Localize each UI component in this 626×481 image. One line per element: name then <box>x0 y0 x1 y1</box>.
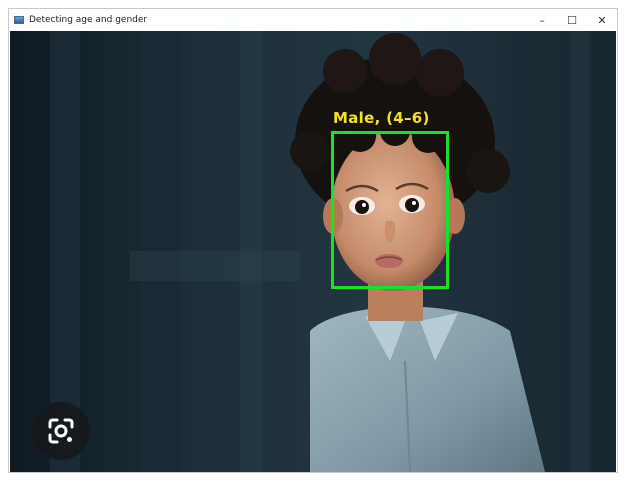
google-lens-camera-icon <box>48 418 74 444</box>
window-controls: – ☐ ✕ <box>527 9 617 31</box>
photo-scene <box>10 31 616 472</box>
app-window: Detecting age and gender – ☐ ✕ Male, (4–… <box>8 8 618 473</box>
app-icon <box>14 16 24 24</box>
lens-button[interactable] <box>32 402 90 460</box>
maximize-button[interactable]: ☐ <box>557 9 587 31</box>
face-detection-box <box>331 131 449 289</box>
title-bar[interactable]: Detecting age and gender – ☐ ✕ <box>9 9 617 31</box>
video-frame: Male, (4–6) <box>10 31 616 472</box>
prediction-label: Male, (4–6) <box>333 109 430 127</box>
minimize-button[interactable]: – <box>527 9 557 31</box>
window-title: Detecting age and gender <box>29 15 148 25</box>
close-button[interactable]: ✕ <box>587 9 617 31</box>
